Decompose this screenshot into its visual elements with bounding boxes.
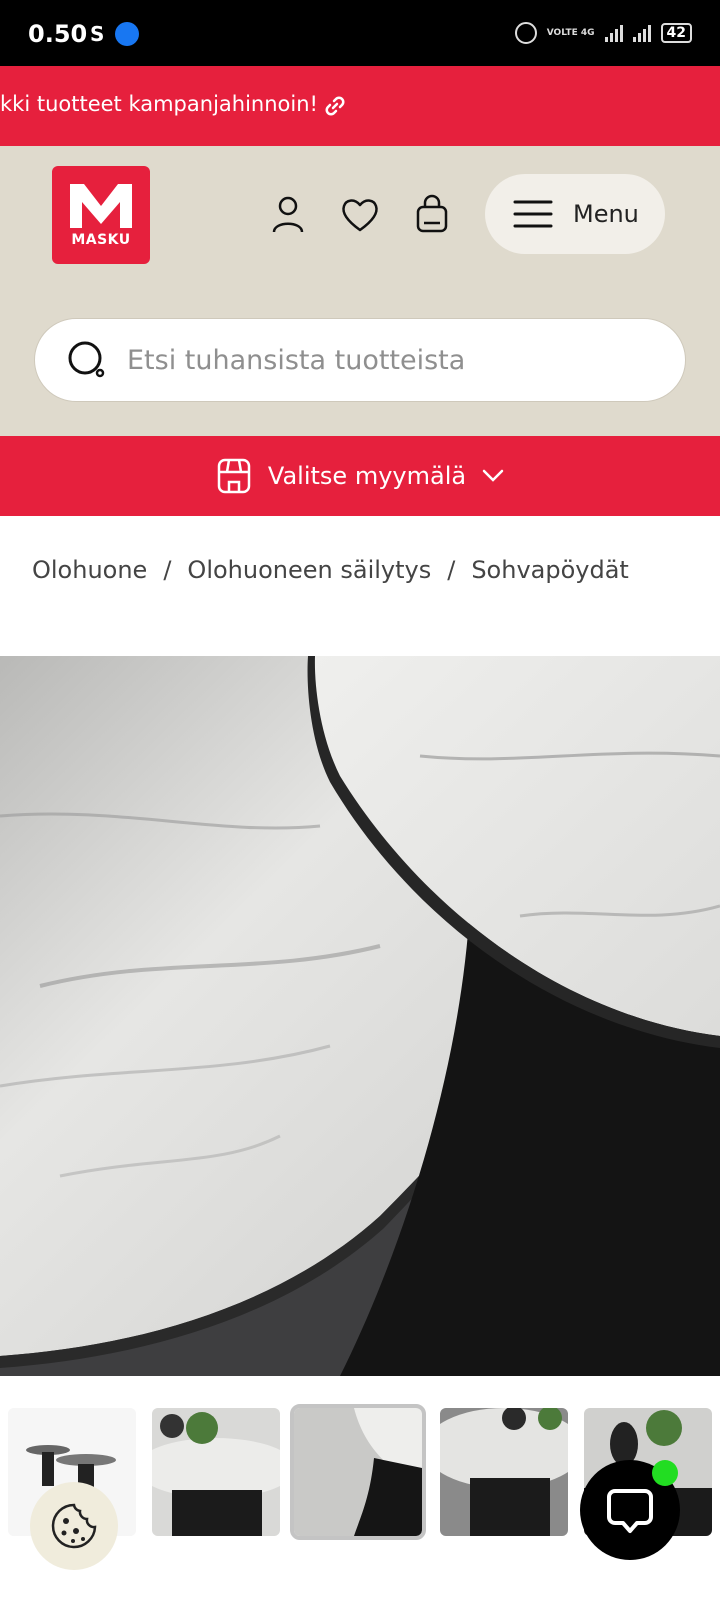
breadcrumb-item-olohuone[interactable]: Olohuone [32, 556, 147, 584]
site-header: MASKU Menu [0, 146, 720, 436]
store-selector[interactable]: Valitse myymälä [0, 436, 720, 516]
status-bar: 0.50 S VOLTE 4G 42 [0, 0, 720, 66]
link-icon[interactable] [323, 94, 347, 118]
thumb-vase-image [440, 1408, 568, 1536]
logo-text: MASKU [71, 232, 131, 248]
cart-bag-icon[interactable] [410, 192, 454, 236]
breadcrumb: Olohuone / Olohuoneen säilytys / Sohvapö… [32, 556, 629, 584]
thumb-closeup-image [294, 1408, 422, 1536]
breadcrumb-separator: / [163, 556, 172, 584]
menu-label: Menu [573, 200, 639, 228]
alarm-icon [514, 22, 537, 44]
thumbnail-2[interactable] [152, 1408, 280, 1536]
search-icon [68, 341, 105, 378]
thumbnail-3-selected[interactable] [290, 1404, 426, 1540]
chat-bubble-icon [607, 1489, 653, 1533]
thumbnail-4[interactable] [440, 1408, 568, 1536]
signal-icon-2 [632, 24, 651, 42]
account-icon[interactable] [266, 192, 310, 236]
messenger-icon [115, 22, 139, 46]
store-icon [217, 458, 251, 494]
status-carrier-letter: S [90, 22, 105, 46]
chevron-down-icon [482, 469, 504, 482]
cookie-settings-button[interactable] [30, 1482, 118, 1570]
breadcrumb-item-sohvapoydat[interactable]: Sohvapöydät [471, 556, 629, 584]
network-type: VOLTE 4G [546, 28, 595, 38]
breadcrumb-separator: / [447, 556, 456, 584]
logo-m-mark [70, 184, 132, 228]
status-indicators: VOLTE 4G 42 [514, 22, 692, 44]
store-label: Valitse myymälä [267, 462, 467, 490]
chat-online-indicator [652, 1460, 678, 1486]
hamburger-icon [513, 200, 553, 228]
status-time: 0.50 [28, 20, 88, 48]
signal-icon [604, 24, 623, 42]
marble-table-photo [0, 656, 720, 1376]
promo-text: kki tuotteet kampanjahinnoin! [0, 92, 318, 116]
breadcrumb-item-olohuoneen-sailytys[interactable]: Olohuoneen säilytys [187, 556, 431, 584]
battery-icon: 42 [660, 23, 692, 43]
cookie-icon [51, 1503, 97, 1549]
menu-button[interactable]: Menu [485, 174, 665, 254]
search-input[interactable] [127, 344, 647, 376]
wishlist-heart-icon[interactable] [338, 192, 382, 236]
promo-banner[interactable]: kki tuotteet kampanjahinnoin! [0, 66, 720, 146]
thumb-plants-image [152, 1408, 280, 1536]
masku-logo[interactable]: MASKU [52, 166, 150, 264]
search-bar[interactable] [34, 318, 686, 402]
product-main-image[interactable] [0, 656, 720, 1376]
